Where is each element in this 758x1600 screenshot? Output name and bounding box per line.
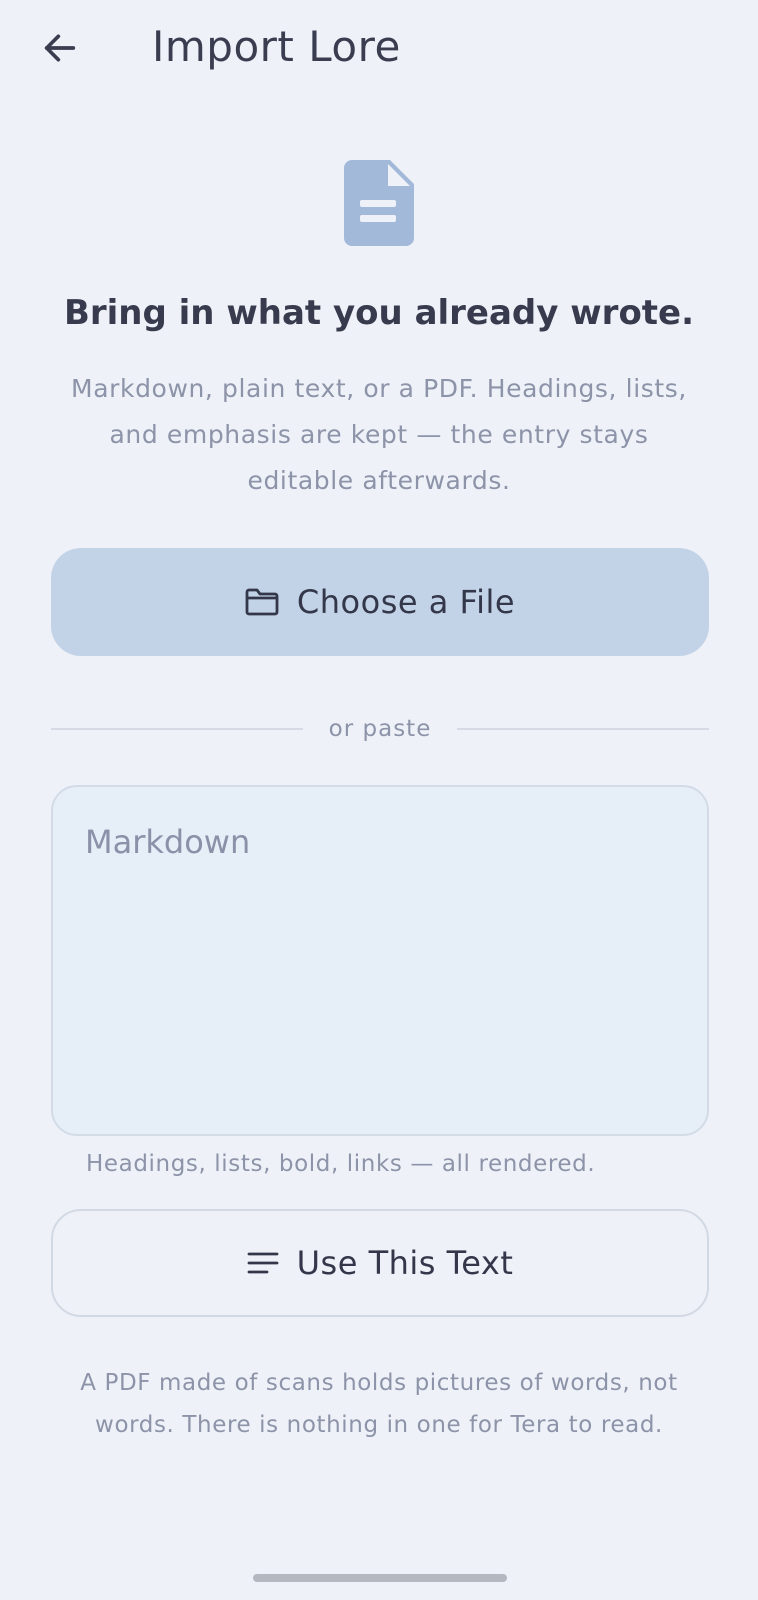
choose-file-label: Choose a File [296,583,516,621]
use-this-text-button[interactable]: Use This Text [51,1209,709,1317]
input-helper-text: Headings, lists, bold, links — all rende… [86,1151,596,1177]
use-this-text-label: Use This Text [296,1244,514,1282]
description-text: Markdown, plain text, or a PDF. Headings… [71,374,687,495]
markdown-input-container [51,785,709,1136]
document-icon [344,160,414,246]
divider-label: or paste [328,716,432,742]
home-indicator[interactable] [253,1574,507,1582]
headline: Bring in what you already wrote. [63,293,695,333]
import-lore-screen: Import Lore Bring in what you already wr… [0,0,758,1600]
divider-line-right [457,728,709,730]
arrow-left-icon [44,34,76,62]
lines-icon [247,1252,279,1274]
folder-icon [245,588,279,616]
pdf-scan-note: A PDF made of scans holds pictures of wo… [80,1370,678,1438]
markdown-input[interactable] [53,787,707,1134]
back-button[interactable] [34,22,86,74]
page-title: Import Lore [152,22,401,71]
choose-file-button[interactable]: Choose a File [51,548,709,656]
or-paste-divider: or paste [51,712,709,746]
divider-line-left [51,728,303,730]
